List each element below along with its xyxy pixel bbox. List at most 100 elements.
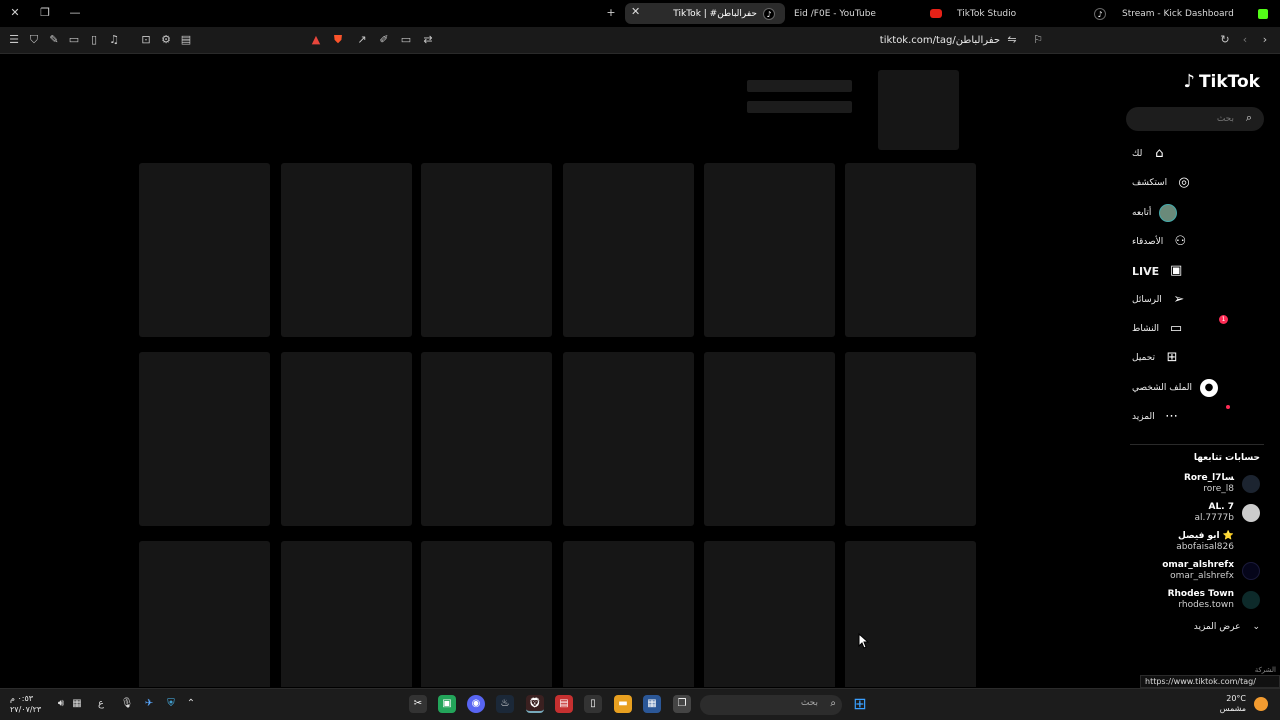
followed-account[interactable]: Rore_l7ﺴﺎ rore_l8	[1120, 472, 1260, 496]
search-icon[interactable]: ⌕	[1242, 111, 1256, 125]
screenshot-icon[interactable]: ⊡	[138, 32, 154, 48]
brave-rewards-icon[interactable]: ▲	[308, 32, 324, 48]
forward-icon[interactable]: ›	[1257, 32, 1273, 48]
video-card-skeleton[interactable]	[139, 352, 270, 526]
pen-icon[interactable]: ✎	[46, 32, 62, 48]
video-card-skeleton[interactable]	[563, 163, 694, 337]
nav-explore[interactable]: ◎ استكشف	[1132, 172, 1262, 194]
new-tab-icon[interactable]: +	[602, 5, 620, 21]
followed-account[interactable]: omar_alshrefx omar_alshrefx	[1120, 559, 1260, 583]
video-card-skeleton[interactable]	[421, 163, 552, 337]
tiktok-favicon-icon: ♪	[763, 7, 775, 20]
capcut-app-icon[interactable]: ✂	[409, 695, 427, 713]
brave-app-icon[interactable]: 🦁︎	[526, 695, 544, 713]
tag-title-skeleton	[747, 80, 852, 92]
system-clock[interactable]: ٠:٥٣ م ٢٧/٠٧/٢٣	[10, 693, 41, 715]
video-card-skeleton[interactable]	[704, 163, 835, 337]
tab-title: TikTok | #حفرالباطن	[673, 8, 757, 19]
video-card-skeleton[interactable]	[704, 352, 835, 526]
sidebar: ♪ TikTok ⌕ ⌂ لك ◎ استكشف أتابعه ⚇ الأصدق…	[1125, 55, 1280, 687]
followed-account[interactable]: AL. 7 al.7777b	[1120, 501, 1260, 525]
tab-title: Eid /F0E - YouTube	[794, 8, 876, 19]
site-info-icon[interactable]: ⇋	[1004, 32, 1020, 48]
tiktok-logo[interactable]: ♪ TikTok	[1183, 71, 1260, 92]
nav-friends[interactable]: ⚇ الأصدقاء	[1132, 231, 1262, 253]
weather-widget[interactable]: 20°C مشمس	[1220, 694, 1246, 714]
tiktok-page: ♪ TikTok ⌕ ⌂ لك ◎ استكشف أتابعه ⚇ الأصدق…	[0, 55, 1280, 687]
close-tab-icon[interactable]: ✕	[631, 5, 640, 18]
video-card-skeleton[interactable]	[139, 163, 270, 337]
nav-activity[interactable]: ▭ 1 النشاط	[1132, 315, 1262, 340]
search-box[interactable]: ⌕	[1126, 107, 1264, 131]
tabs-icon[interactable]: ▭	[66, 32, 82, 48]
translate-icon[interactable]: ⇄	[420, 32, 436, 48]
shield-icon[interactable]: ⛉	[26, 32, 42, 48]
tag-subtitle-skeleton	[747, 101, 852, 113]
steam-app-icon[interactable]: ♨	[496, 695, 514, 713]
taskbar-search[interactable]: بحث ⌕	[700, 695, 842, 715]
microphone-icon[interactable]: 🎙︎	[120, 697, 134, 711]
share-icon[interactable]: ↗	[354, 32, 370, 48]
nav-for-you[interactable]: ⌂ لك	[1132, 143, 1262, 165]
see-more-button[interactable]: ⌄ عرض المزيد	[1194, 622, 1260, 632]
nav-following[interactable]: أتابعه	[1132, 202, 1262, 224]
extensions-icon[interactable]: ⚙	[158, 32, 174, 48]
reader-icon[interactable]: ▤	[178, 32, 194, 48]
nav-messages[interactable]: ➢ الرسائل	[1132, 289, 1262, 311]
video-card-skeleton[interactable]	[563, 541, 694, 687]
tag-cover-skeleton	[878, 70, 959, 150]
tab-kick-dashboard[interactable]: Stream - Kick Dashboard ♪	[1090, 3, 1276, 24]
store-app-icon[interactable]: ▦	[643, 695, 661, 713]
bookmark-icon[interactable]: ⚐	[1030, 32, 1046, 48]
discord-app-icon[interactable]: ◉	[467, 695, 485, 713]
back-icon[interactable]: ‹	[1237, 32, 1253, 48]
company-link[interactable]: الشركة	[1255, 666, 1276, 674]
video-card-skeleton[interactable]	[421, 352, 552, 526]
address-bar[interactable]: tiktok.com/tag/حفرالباطن	[860, 32, 1000, 49]
cast-icon[interactable]: ▭	[398, 32, 414, 48]
task-view-icon[interactable]: ❐	[673, 695, 691, 713]
language-icon[interactable]: ع	[94, 697, 108, 711]
video-card-skeleton[interactable]	[845, 352, 976, 526]
video-card-skeleton[interactable]	[421, 541, 552, 687]
nav-upload[interactable]: ⊞ تحميل	[1132, 347, 1262, 369]
tray-app-icon[interactable]: ✈	[142, 697, 156, 711]
nav-profile[interactable]: ● الملف الشخصي	[1132, 377, 1262, 399]
video-card-skeleton[interactable]	[845, 163, 976, 337]
phone-app-icon[interactable]: ▣	[438, 695, 456, 713]
stream-app-icon[interactable]: ▤	[555, 695, 573, 713]
menu-icon[interactable]: ☰	[6, 32, 22, 48]
music-icon[interactable]: ♫	[106, 32, 122, 48]
windows-start-icon[interactable]: ⊞	[851, 695, 869, 713]
tab-youtube[interactable]: Eid /F0E - YouTube	[790, 3, 950, 24]
mouse-app-icon[interactable]: ▯	[584, 695, 602, 713]
video-card-skeleton[interactable]	[704, 541, 835, 687]
close-window-icon[interactable]: ✕	[6, 5, 24, 21]
tab-tiktok-studio[interactable]: TikTok Studio	[955, 3, 1085, 24]
restore-window-icon[interactable]: ❐	[36, 5, 54, 21]
video-card-skeleton[interactable]	[281, 541, 412, 687]
shield-tray-icon[interactable]: ⛨	[164, 697, 178, 711]
brave-shields-icon[interactable]: ⛊	[330, 32, 346, 48]
followed-account[interactable]: ابو فيصل ⭐ abofaisal826	[1120, 530, 1260, 554]
tab-tiktok-tag[interactable]: ✕ TikTok | #حفرالباطن ♪	[625, 3, 785, 24]
link-status-tooltip: https://www.tiktok.com/tag/حفرالباطن	[1140, 675, 1280, 697]
edit-icon[interactable]: ✐	[376, 32, 392, 48]
video-card-skeleton[interactable]	[845, 541, 976, 687]
video-card-skeleton[interactable]	[281, 352, 412, 526]
network-icon[interactable]: ▦	[70, 697, 84, 711]
followed-account[interactable]: Rhodes Town rhodes.town	[1120, 588, 1260, 612]
upload-icon: ⊞	[1166, 350, 1178, 365]
video-card-skeleton[interactable]	[139, 541, 270, 687]
chevron-up-icon[interactable]: ⌃	[184, 697, 198, 711]
volume-icon[interactable]: 🔊︎	[54, 697, 68, 711]
sidebar-icon[interactable]: ▯	[86, 32, 102, 48]
minimize-window-icon[interactable]: —	[66, 5, 84, 21]
video-card-skeleton[interactable]	[281, 163, 412, 337]
file-explorer-icon[interactable]: ▬	[614, 695, 632, 713]
search-input[interactable]	[1134, 111, 1234, 127]
video-card-skeleton[interactable]	[563, 352, 694, 526]
reload-icon[interactable]: ↻	[1217, 32, 1233, 48]
nav-live[interactable]: ▣ LIVE	[1132, 260, 1262, 282]
nav-more[interactable]: ⋯ المزيد	[1132, 405, 1262, 428]
